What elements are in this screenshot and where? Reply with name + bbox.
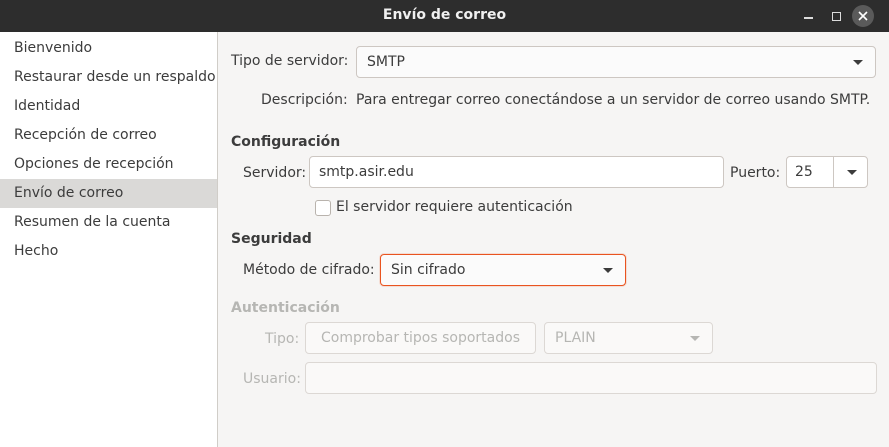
chevron-down-icon	[853, 60, 863, 65]
auth-type-value: PLAIN	[555, 330, 596, 346]
sidebar-item-hecho[interactable]: Hecho	[0, 237, 217, 266]
chevron-down-icon	[690, 336, 700, 341]
user-label: Usuario:	[243, 371, 301, 387]
title-bar: Envío de correo	[0, 0, 889, 32]
auth-type-label: Tipo:	[265, 331, 300, 347]
minimize-button[interactable]	[798, 6, 818, 26]
window-title: Envío de correo	[382, 7, 507, 23]
port-label: Puerto:	[730, 165, 781, 181]
configuration-heading: Configuración	[231, 134, 341, 150]
auth-type-dropdown[interactable]: PLAIN	[544, 322, 713, 354]
encryption-method-value: Sin cifrado	[391, 262, 466, 278]
maximize-icon	[831, 11, 841, 21]
port-separator	[833, 157, 834, 187]
sidebar-item-envio[interactable]: Envío de correo	[0, 179, 217, 208]
authentication-heading: Autenticación	[231, 300, 340, 316]
port-combo[interactable]: 25	[786, 156, 868, 188]
server-type-dropdown[interactable]: SMTP	[356, 46, 876, 78]
server-label: Servidor:	[243, 165, 307, 181]
sidebar-item-restaurar[interactable]: Restaurar desde un respaldo	[0, 63, 217, 92]
auth-required-checkbox[interactable]	[315, 200, 331, 216]
server-input[interactable]: smtp.asir.edu	[309, 156, 724, 188]
port-value: 25	[795, 164, 813, 180]
encryption-method-label: Método de cifrado:	[243, 262, 375, 278]
close-icon	[858, 11, 868, 21]
server-type-label: Tipo de servidor:	[231, 53, 349, 69]
sidebar-item-recepcion[interactable]: Recepción de correo	[0, 121, 217, 150]
chevron-down-icon	[847, 170, 857, 175]
close-button[interactable]	[852, 5, 874, 27]
server-type-value: SMTP	[367, 54, 405, 70]
user-input[interactable]	[305, 362, 877, 394]
sidebar-item-opciones-recepcion[interactable]: Opciones de recepción	[0, 150, 217, 179]
sidebar-item-resumen[interactable]: Resumen de la cuenta	[0, 208, 217, 237]
sidebar-item-identidad[interactable]: Identidad	[0, 92, 217, 121]
description-label: Descripción:	[261, 92, 348, 108]
maximize-button[interactable]	[826, 6, 846, 26]
encryption-method-dropdown[interactable]: Sin cifrado	[380, 254, 626, 286]
minimize-icon	[803, 17, 813, 19]
chevron-down-icon	[603, 268, 613, 273]
security-heading: Seguridad	[231, 231, 312, 247]
main-content: Tipo de servidor: SMTP Descripción: Para…	[219, 32, 889, 447]
assistant-sidebar: Bienvenido Restaurar desde un respaldo I…	[0, 32, 218, 447]
check-supported-types-button[interactable]: Comprobar tipos soportados	[305, 322, 536, 354]
auth-required-label[interactable]: El servidor requiere autenticación	[336, 199, 573, 215]
sidebar-item-bienvenido[interactable]: Bienvenido	[0, 34, 217, 63]
description-text: Para entregar correo conectándose a un s…	[356, 92, 871, 108]
